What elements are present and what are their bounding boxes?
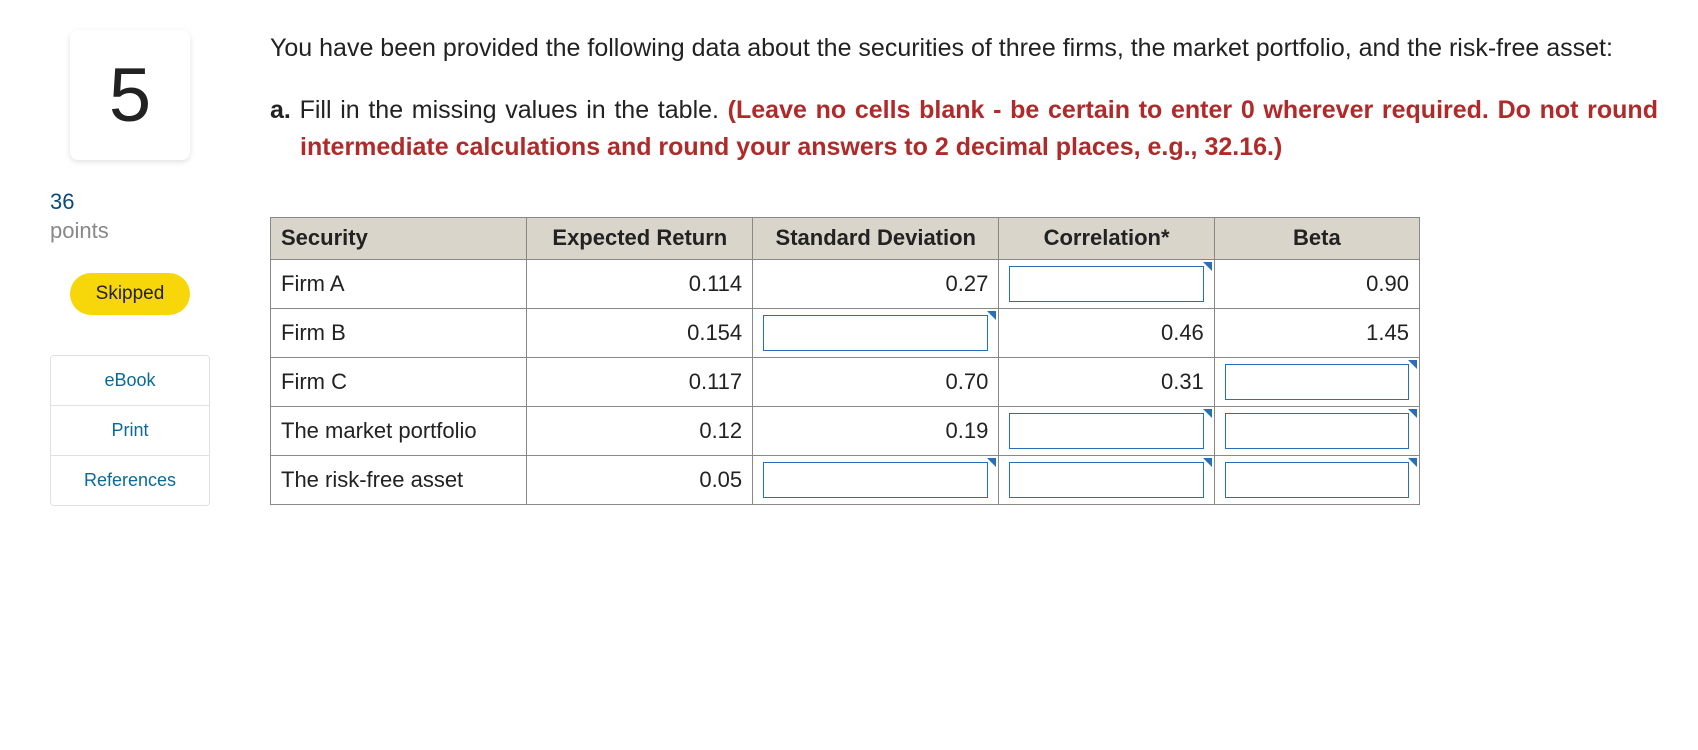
correlation-input-cell: [999, 455, 1214, 504]
correlation-value: 0.31: [999, 357, 1214, 406]
ebook-link[interactable]: eBook: [51, 356, 209, 406]
security-label: The risk-free asset: [271, 455, 527, 504]
beta-input[interactable]: [1225, 462, 1409, 498]
security-label: Firm A: [271, 259, 527, 308]
std_dev-input[interactable]: [763, 462, 988, 498]
std_dev-input[interactable]: [763, 315, 988, 351]
col-security: Security: [271, 217, 527, 259]
table-row: Firm A0.1140.27 0.90: [271, 259, 1420, 308]
beta-input-cell: [1214, 455, 1419, 504]
points-value: 36: [50, 188, 109, 217]
sidebar-links: eBook Print References: [50, 355, 210, 506]
securities-table: Security Expected Return Standard Deviat…: [270, 217, 1420, 505]
correlation-input[interactable]: [1009, 266, 1203, 302]
col-std-dev: Standard Deviation: [753, 217, 999, 259]
security-label: Firm C: [271, 357, 527, 406]
beta-value: 0.90: [1214, 259, 1419, 308]
std_dev-input-cell: [753, 455, 999, 504]
question-prompt: You have been provided the following dat…: [270, 30, 1658, 68]
beta-value: 1.45: [1214, 308, 1419, 357]
beta-input-cell: [1214, 406, 1419, 455]
col-correlation: Correlation*: [999, 217, 1214, 259]
table-row: Firm B0.154 0.461.45: [271, 308, 1420, 357]
references-link[interactable]: References: [51, 456, 209, 505]
beta-input[interactable]: [1225, 413, 1409, 449]
security-label: The market portfolio: [271, 406, 527, 455]
std_dev-value: 0.19: [753, 406, 999, 455]
col-beta: Beta: [1214, 217, 1419, 259]
part-label: a.: [270, 96, 291, 124]
correlation-value: 0.46: [999, 308, 1214, 357]
col-expected-return: Expected Return: [527, 217, 753, 259]
expected_return-value: 0.154: [527, 308, 753, 357]
sidebar: 5 36 points Skipped eBook Print Referenc…: [40, 30, 220, 506]
expected_return-value: 0.114: [527, 259, 753, 308]
skipped-badge: Skipped: [70, 273, 191, 315]
table-row: Firm C0.1170.700.31: [271, 357, 1420, 406]
question-number: 5: [70, 30, 190, 160]
table-row: The risk-free asset0.05: [271, 455, 1420, 504]
std_dev-value: 0.70: [753, 357, 999, 406]
beta-input[interactable]: [1225, 364, 1409, 400]
points-block: 36 points: [50, 188, 109, 245]
correlation-input-cell: [999, 406, 1214, 455]
table-row: The market portfolio0.120.19: [271, 406, 1420, 455]
correlation-input-cell: [999, 259, 1214, 308]
print-link[interactable]: Print: [51, 406, 209, 456]
expected_return-value: 0.12: [527, 406, 753, 455]
security-label: Firm B: [271, 308, 527, 357]
expected_return-value: 0.117: [527, 357, 753, 406]
expected_return-value: 0.05: [527, 455, 753, 504]
points-label: points: [50, 217, 109, 246]
std_dev-input-cell: [753, 308, 999, 357]
correlation-input[interactable]: [1009, 462, 1203, 498]
part-instruction: Fill in the missing values in the table.: [300, 96, 719, 124]
table-body: Firm A0.1140.270.90Firm B0.1540.461.45Fi…: [271, 259, 1420, 504]
std_dev-value: 0.27: [753, 259, 999, 308]
part-a: a. Fill in the missing values in the tab…: [270, 92, 1658, 167]
correlation-input[interactable]: [1009, 413, 1203, 449]
beta-input-cell: [1214, 357, 1419, 406]
main-content: You have been provided the following dat…: [270, 30, 1658, 505]
